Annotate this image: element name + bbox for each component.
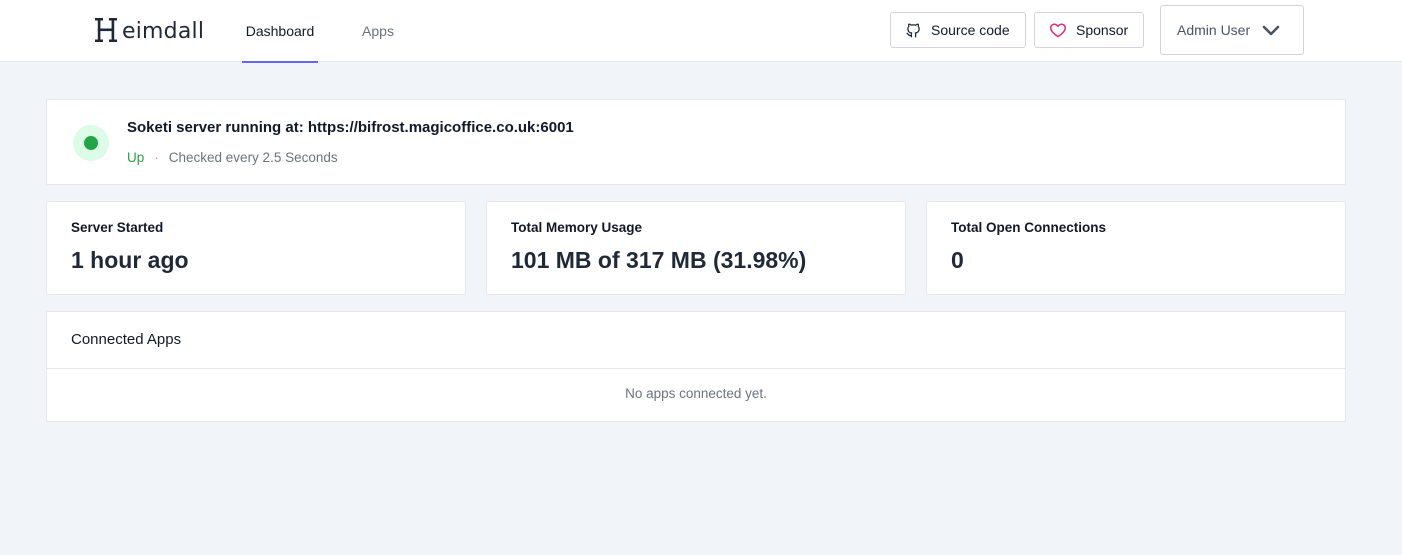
status-state: Up — [127, 150, 145, 165]
stat-value: 101 MB of 317 MB (31.98%) — [511, 247, 807, 273]
stat-card-memory-usage: Total Memory Usage 101 MB of 317 MB (31.… — [486, 201, 906, 295]
github-icon — [906, 23, 920, 38]
connected-apps-panel: Connected Apps No apps connected yet. — [46, 311, 1346, 422]
heart-icon — [1050, 23, 1066, 38]
sponsor-button[interactable]: Sponsor — [1034, 12, 1144, 48]
empty-state-text: No apps connected yet. — [625, 386, 767, 401]
server-status-card: Soketi server running at: https://bifros… — [46, 99, 1346, 185]
connected-apps-header: Connected Apps — [47, 312, 1345, 369]
stat-value: 0 — [951, 247, 964, 273]
tab-dashboard[interactable]: Dashboard — [242, 0, 318, 63]
heimdall-logo[interactable]: eimdall — [93, 14, 204, 44]
stat-card-server-started: Server Started 1 hour ago — [46, 201, 466, 295]
tab-dashboard-label: Dashboard — [245, 23, 315, 39]
top-navigation-bar: eimdall Dashboard Apps Source code Spons… — [0, 0, 1402, 63]
user-name: Admin User — [1177, 22, 1251, 38]
stat-label: Total Memory Usage — [511, 220, 643, 235]
sponsor-label: Sponsor — [1076, 22, 1129, 38]
status-indicator — [73, 125, 109, 161]
stat-label: Server Started — [71, 220, 164, 235]
status-separator: · — [154, 150, 159, 165]
user-menu-button[interactable]: Admin User — [1160, 5, 1304, 55]
tab-apps[interactable]: Apps — [352, 0, 404, 62]
source-code-label: Source code — [931, 22, 1010, 38]
stat-card-open-connections: Total Open Connections 0 — [926, 201, 1346, 295]
status-check-interval: Checked every 2.5 Seconds — [168, 150, 338, 165]
tab-apps-label: Apps — [362, 23, 394, 39]
status-line: Up · Checked every 2.5 Seconds — [127, 150, 338, 165]
connected-apps-title: Connected Apps — [71, 331, 182, 348]
status-dot — [84, 136, 98, 150]
brand-name: eimdall — [122, 19, 205, 44]
chevron-down-icon — [1262, 25, 1280, 36]
stat-label: Total Open Connections — [951, 220, 1106, 235]
stat-value: 1 hour ago — [71, 247, 189, 273]
source-code-button[interactable]: Source code — [890, 12, 1026, 48]
heimdall-h-icon — [95, 18, 117, 42]
server-status-title: Soketi server running at: https://bifros… — [127, 119, 574, 136]
